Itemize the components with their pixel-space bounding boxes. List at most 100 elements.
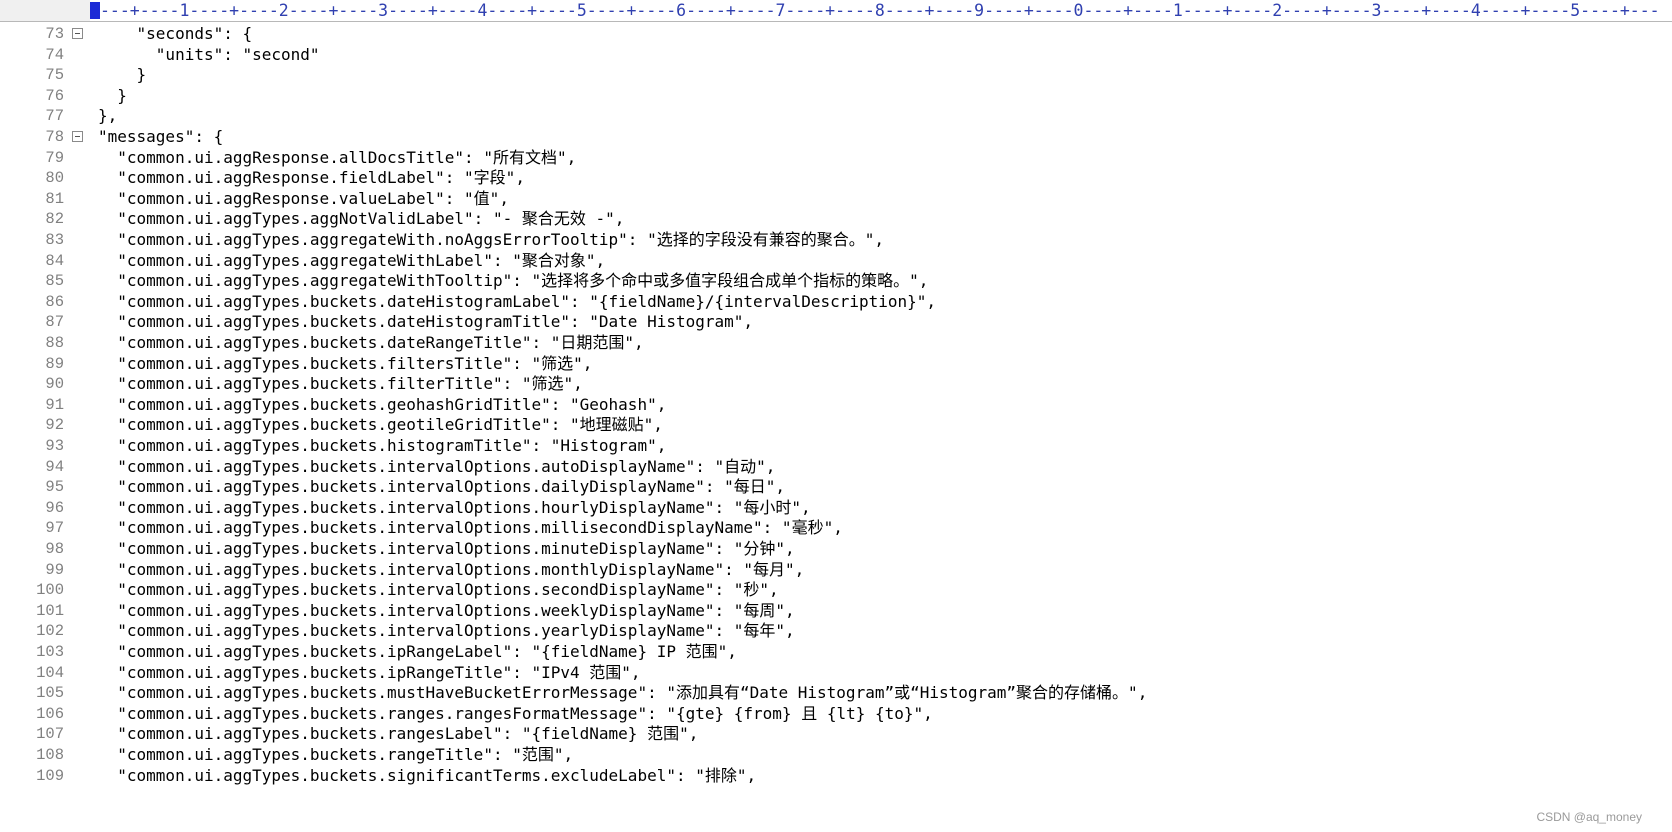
line-number: 88	[45, 334, 64, 352]
code-line[interactable]: 105 "common.ui.aggTypes.buckets.mustHave…	[0, 682, 1672, 704]
fold-toggle-icon[interactable]	[72, 131, 83, 142]
code-line[interactable]: 93 "common.ui.aggTypes.buckets.histogram…	[0, 435, 1672, 457]
line-number: 91	[45, 395, 64, 414]
fold-toggle-icon[interactable]	[72, 28, 83, 39]
code-line[interactable]: 92 "common.ui.aggTypes.buckets.geotileGr…	[0, 414, 1672, 436]
code-text: "common.ui.aggTypes.buckets.rangesLabel"…	[98, 724, 699, 744]
line-number: 100	[36, 581, 64, 600]
code-line[interactable]: 98 "common.ui.aggTypes.buckets.intervalO…	[0, 538, 1672, 560]
code-text: "common.ui.aggTypes.buckets.geohashGridT…	[98, 394, 667, 414]
code-line[interactable]: 81 "common.ui.aggResponse.valueLabel": "…	[0, 188, 1672, 210]
line-number: 107	[36, 725, 64, 744]
line-number: 94	[45, 457, 64, 476]
code-line[interactable]: 85 "common.ui.aggTypes.aggregateWithTool…	[0, 270, 1672, 292]
code-text: "messages": {	[98, 127, 224, 146]
code-line[interactable]: 84 "common.ui.aggTypes.aggregateWithLabe…	[0, 250, 1672, 272]
code-line[interactable]: 88 "common.ui.aggTypes.buckets.dateRange…	[0, 332, 1672, 354]
ruler-scale: ---+----1----+----2----+----3----+----4-…	[100, 1, 1660, 20]
code-text: "common.ui.aggTypes.buckets.ipRangeLabel…	[98, 642, 737, 661]
line-number: 85	[45, 272, 64, 291]
code-text: "common.ui.aggResponse.allDocsTitle": "所…	[98, 147, 577, 167]
line-number: 96	[45, 498, 64, 517]
code-text: "common.ui.aggTypes.buckets.intervalOpti…	[98, 539, 795, 558]
column-ruler: ---+----1----+----2----+----3----+----4-…	[0, 0, 1672, 22]
code-line[interactable]: 86 "common.ui.aggTypes.buckets.dateHisto…	[0, 291, 1672, 313]
line-number: 75	[45, 66, 64, 85]
line-number: 79	[45, 148, 64, 167]
code-line[interactable]: 73 "seconds": {	[0, 23, 1672, 45]
code-line[interactable]: 75 }	[0, 64, 1672, 86]
code-line[interactable]: 76 }	[0, 85, 1672, 107]
line-number: 95	[45, 478, 64, 497]
code-line[interactable]: 78 "messages": {	[0, 126, 1672, 148]
code-line[interactable]: 83 "common.ui.aggTypes.aggregateWith.noA…	[0, 229, 1672, 251]
code-line[interactable]: 103 "common.ui.aggTypes.buckets.ipRangeL…	[0, 641, 1672, 663]
code-line[interactable]: 87 "common.ui.aggTypes.buckets.dateHisto…	[0, 311, 1672, 333]
line-number: 82	[45, 210, 64, 229]
line-number: 99	[45, 560, 64, 579]
code-text: "common.ui.aggTypes.buckets.intervalOpti…	[98, 497, 811, 517]
code-text: }	[98, 65, 147, 85]
code-text: "common.ui.aggResponse.fieldLabel": "字段"…	[98, 168, 525, 188]
code-line[interactable]: 90 "common.ui.aggTypes.buckets.filterTit…	[0, 373, 1672, 395]
code-line[interactable]: 91 "common.ui.aggTypes.buckets.geohashGr…	[0, 394, 1672, 416]
code-text: "common.ui.aggTypes.buckets.filterTitle"…	[98, 374, 583, 394]
code-line[interactable]: 99 "common.ui.aggTypes.buckets.intervalO…	[0, 559, 1672, 581]
code-text: "common.ui.aggTypes.aggregateWith.noAggs…	[98, 230, 884, 249]
line-number: 105	[36, 684, 64, 703]
code-text: "common.ui.aggTypes.buckets.ipRangeTitle…	[98, 662, 641, 682]
code-text: "common.ui.aggTypes.buckets.intervalOpti…	[98, 621, 795, 641]
code-line[interactable]: 97 "common.ui.aggTypes.buckets.intervalO…	[0, 517, 1672, 539]
code-line[interactable]: 108 "common.ui.aggTypes.buckets.rangeTit…	[0, 744, 1672, 766]
code-text: "common.ui.aggTypes.aggNotValidLabel": "…	[98, 209, 625, 229]
code-line[interactable]: 80 "common.ui.aggResponse.fieldLabel": "…	[0, 167, 1672, 189]
code-line[interactable]: 89 "common.ui.aggTypes.buckets.filtersTi…	[0, 353, 1672, 375]
code-editor[interactable]: 73 "seconds": {74 "units": "second" 75 } 7…	[0, 22, 1672, 832]
line-number: 93	[45, 437, 64, 455]
code-text: "common.ui.aggTypes.buckets.rangeTitle":…	[98, 745, 574, 764]
code-line[interactable]: 82 "common.ui.aggTypes.aggNotValidLabel"…	[0, 208, 1672, 230]
line-number: 83	[45, 231, 64, 249]
code-text: "common.ui.aggTypes.buckets.intervalOpti…	[98, 456, 776, 476]
line-number: 98	[45, 540, 64, 558]
code-text: "seconds": {	[98, 24, 253, 43]
code-line[interactable]: 101 "common.ui.aggTypes.buckets.interval…	[0, 600, 1672, 622]
ruler-gutter	[0, 0, 90, 21]
line-number: 109	[36, 766, 64, 785]
code-line[interactable]: 74 "units": "second"	[0, 44, 1672, 66]
line-number: 87	[45, 313, 64, 332]
code-line[interactable]: 77},	[0, 105, 1672, 127]
code-line[interactable]: 94 "common.ui.aggTypes.buckets.intervalO…	[0, 456, 1672, 478]
line-number: 80	[45, 169, 64, 188]
code-text: "common.ui.aggTypes.buckets.significantT…	[98, 765, 757, 785]
code-line[interactable]: 79 "common.ui.aggResponse.allDocsTitle":…	[0, 147, 1672, 169]
code-line[interactable]: 102 "common.ui.aggTypes.buckets.interval…	[0, 620, 1672, 642]
line-number: 74	[45, 45, 64, 64]
code-line[interactable]: 96 "common.ui.aggTypes.buckets.intervalO…	[0, 497, 1672, 519]
line-number: 106	[36, 704, 64, 723]
code-text: "common.ui.aggTypes.buckets.geotileGridT…	[98, 415, 663, 435]
code-text: "common.ui.aggTypes.buckets.intervalOpti…	[98, 518, 843, 538]
line-number: 76	[45, 86, 64, 105]
line-number: 86	[45, 292, 64, 311]
line-number: 78	[45, 128, 64, 146]
line-number: 92	[45, 416, 64, 435]
code-line[interactable]: 95 "common.ui.aggTypes.buckets.intervalO…	[0, 476, 1672, 498]
code-text: "common.ui.aggTypes.buckets.histogramTit…	[98, 436, 667, 455]
line-number: 84	[45, 251, 64, 270]
code-text: }	[98, 85, 127, 105]
line-number: 101	[36, 601, 64, 620]
code-text: "common.ui.aggTypes.buckets.intervalOpti…	[98, 477, 786, 497]
code-line[interactable]: 107 "common.ui.aggTypes.buckets.rangesLa…	[0, 723, 1672, 745]
code-line[interactable]: 100 "common.ui.aggTypes.buckets.interval…	[0, 579, 1672, 601]
code-text: "common.ui.aggTypes.buckets.dateRangeTit…	[98, 333, 644, 352]
code-line[interactable]: 109 "common.ui.aggTypes.buckets.signific…	[0, 765, 1672, 787]
code-text: "common.ui.aggTypes.buckets.ranges.range…	[98, 703, 933, 723]
line-number: 97	[45, 519, 64, 538]
code-line[interactable]: 106 "common.ui.aggTypes.buckets.ranges.r…	[0, 703, 1672, 725]
code-text: "common.ui.aggTypes.buckets.dateHistogra…	[98, 312, 754, 332]
line-number: 81	[45, 189, 64, 208]
code-line[interactable]: 104 "common.ui.aggTypes.buckets.ipRangeT…	[0, 662, 1672, 684]
line-number: 102	[36, 622, 64, 641]
line-number: 90	[45, 375, 64, 394]
